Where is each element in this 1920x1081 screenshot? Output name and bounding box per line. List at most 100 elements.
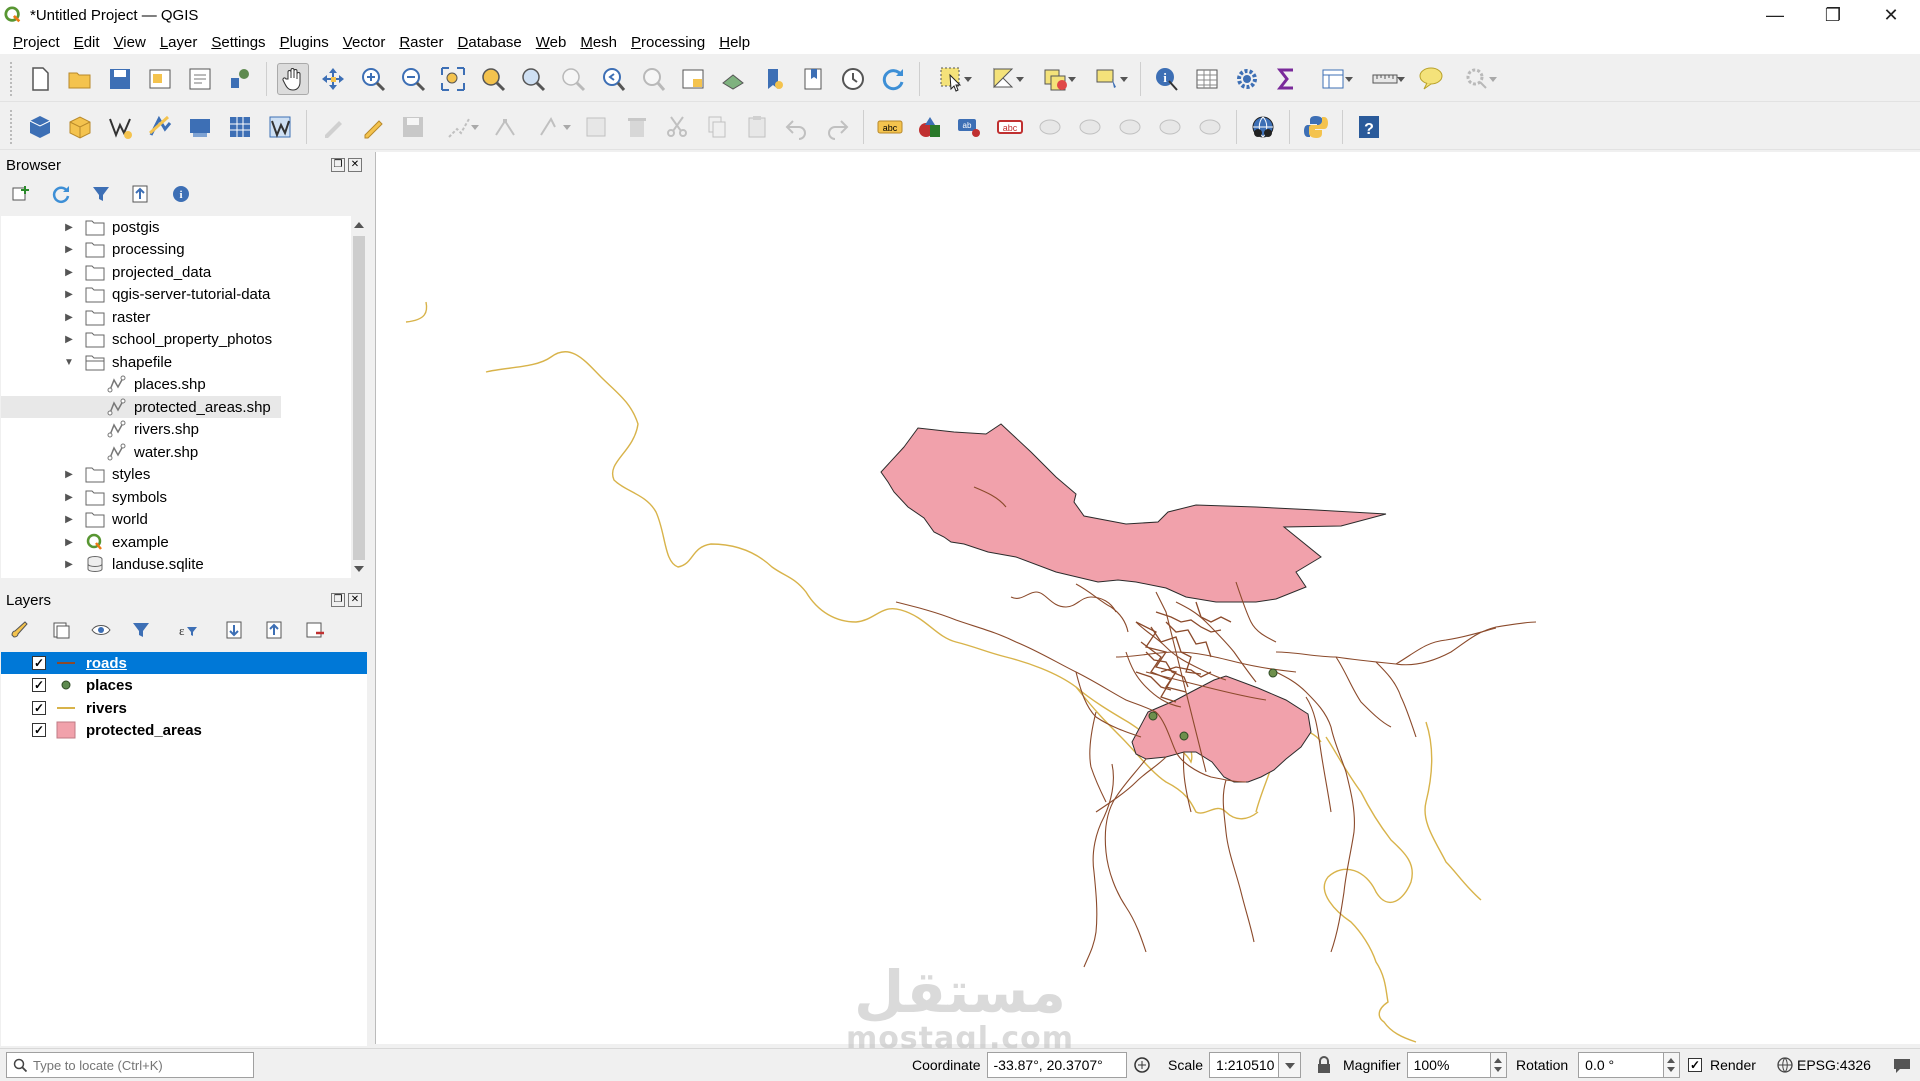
python-console-button[interactable] — [1300, 111, 1332, 143]
menu-project[interactable]: Project — [13, 34, 60, 51]
new-virtual-layer-button[interactable] — [184, 111, 216, 143]
remove-layer-button[interactable] — [302, 617, 328, 643]
menu-settings[interactable]: Settings — [211, 34, 265, 51]
add-group-button[interactable] — [48, 617, 74, 643]
manage-map-themes-button[interactable] — [88, 617, 114, 643]
select-by-location-button[interactable] — [1086, 63, 1130, 95]
save-edits-button[interactable] — [397, 111, 429, 143]
browser-item-protected-areas-shp[interactable]: protected_areas.shp — [1, 396, 281, 418]
modify-table-button[interactable] — [581, 111, 613, 143]
close-panel-button[interactable]: ✕ — [348, 158, 362, 172]
zoom-to-layer-button[interactable] — [517, 63, 549, 95]
toolbar-grip[interactable] — [10, 61, 14, 96]
browser-item-processing[interactable]: ▶ processing — [63, 238, 185, 260]
zoom-in-button[interactable] — [357, 63, 389, 95]
browser-item-rivers-shp[interactable]: rivers.shp — [97, 418, 199, 440]
collapse-all-layers-button[interactable] — [262, 617, 288, 643]
scroll-thumb[interactable] — [353, 236, 365, 560]
menu-web[interactable]: Web — [536, 34, 567, 51]
expand-arrow-icon[interactable]: ▶ — [63, 289, 75, 300]
layer-visibility-checkbox[interactable]: ✓ — [32, 656, 46, 670]
close-button[interactable]: ✕ — [1862, 0, 1920, 30]
browser-item-symbols[interactable]: ▶ symbols — [63, 486, 167, 508]
zoom-to-selection-button[interactable] — [477, 63, 509, 95]
delete-selected-button[interactable] — [621, 111, 653, 143]
map-tips-button[interactable] — [1415, 63, 1447, 95]
layer-item-places[interactable]: ✓ places — [1, 674, 367, 696]
browser-properties-button[interactable]: i — [168, 181, 194, 207]
crs-button[interactable]: EPSG:4326 — [1776, 1049, 1871, 1081]
attribute-table-button[interactable] — [1191, 63, 1223, 95]
copy-features-button[interactable] — [701, 111, 733, 143]
expand-arrow-icon[interactable]: ▶ — [63, 334, 75, 345]
measure-line-button[interactable] — [1363, 63, 1407, 95]
browser-item-school-property-photos[interactable]: ▶ school_property_photos — [63, 328, 272, 350]
toggle-display-labels-button[interactable]: abc — [994, 111, 1026, 143]
menu-mesh[interactable]: Mesh — [580, 34, 617, 51]
show-hide-labels-button[interactable] — [1154, 111, 1186, 143]
vertex-tool-button[interactable] — [489, 111, 521, 143]
scale-combo[interactable]: 1:210510 — [1209, 1052, 1280, 1078]
browser-item-qgis-server-tutorial-data[interactable]: ▶ qgis-server-tutorial-data — [63, 283, 270, 305]
browser-item-projected-data[interactable]: ▶ projected_data — [63, 261, 211, 283]
processing-toolbox-button[interactable] — [1231, 63, 1263, 95]
identify-features-button[interactable]: i — [1151, 63, 1183, 95]
browser-item-shapefile[interactable]: ▼ shapefile — [63, 351, 172, 373]
expand-arrow-icon[interactable]: ▶ — [63, 267, 75, 278]
expand-arrow-icon[interactable]: ▶ — [63, 559, 75, 570]
zoom-native-resolution-button[interactable] — [557, 63, 589, 95]
pan-to-selection-button[interactable] — [317, 63, 349, 95]
select-by-value-button[interactable] — [982, 63, 1026, 95]
open-layer-styling-button[interactable] — [8, 617, 34, 643]
digitize-line-button[interactable] — [437, 111, 481, 143]
show-bookmarks-button[interactable] — [797, 63, 829, 95]
add-mesh-button[interactable] — [264, 111, 296, 143]
filter-by-expression-button[interactable]: ε — [168, 617, 208, 643]
deselect-features-button[interactable] — [1034, 63, 1078, 95]
magnifier-field[interactable]: 100% — [1406, 1052, 1491, 1078]
open-project-button[interactable] — [64, 63, 96, 95]
expand-arrow-icon[interactable]: ▶ — [63, 537, 75, 548]
add-selected-layers-button[interactable] — [8, 181, 34, 207]
maximize-button[interactable]: ❐ — [1804, 0, 1862, 30]
refresh-browser-button[interactable] — [48, 181, 74, 207]
menu-vector[interactable]: Vector — [343, 34, 386, 51]
save-project-button[interactable] — [104, 63, 136, 95]
map-canvas[interactable] — [375, 152, 1920, 1044]
toggle-extents-button[interactable] — [1132, 1049, 1152, 1081]
menu-edit[interactable]: Edit — [74, 34, 100, 51]
locate-annotation-button[interactable] — [1455, 63, 1499, 95]
undo-button[interactable] — [781, 111, 813, 143]
magnifier-spinner[interactable] — [1490, 1052, 1507, 1078]
pan-map-button[interactable] — [277, 62, 309, 95]
style-manager-button[interactable] — [224, 63, 256, 95]
expand-arrow-icon[interactable]: ▶ — [63, 492, 75, 503]
temporal-controller-button[interactable] — [837, 63, 869, 95]
new-spatialite-button[interactable] — [144, 111, 176, 143]
browser-scrollbar[interactable] — [351, 216, 367, 578]
messages-button[interactable] — [1892, 1049, 1912, 1081]
cut-features-button[interactable] — [661, 111, 693, 143]
rotation-field[interactable]: 0.0 ° — [1578, 1052, 1665, 1078]
layer-visibility-checkbox[interactable]: ✓ — [32, 723, 46, 737]
float-panel-button[interactable]: ❐ — [331, 593, 345, 607]
new-geopackage-button[interactable] — [64, 111, 96, 143]
zoom-out-button[interactable] — [397, 63, 429, 95]
new-shapefile-button[interactable] — [104, 111, 136, 143]
menu-database[interactable]: Database — [458, 34, 522, 51]
layer-visibility-checkbox[interactable]: ✓ — [32, 678, 46, 692]
move-label-button[interactable] — [1034, 111, 1066, 143]
browser-item-styles[interactable]: ▶ styles — [63, 463, 150, 485]
toolbar-grip[interactable] — [10, 109, 14, 144]
lock-scale-button[interactable] — [1316, 1049, 1332, 1081]
statistical-summary-button[interactable] — [1271, 63, 1303, 95]
metasearch-button[interactable] — [1247, 111, 1279, 143]
new-project-button[interactable] — [24, 63, 56, 95]
float-panel-button[interactable]: ❐ — [331, 158, 345, 172]
scroll-up-icon[interactable] — [354, 222, 364, 228]
collapse-arrow-icon[interactable]: ▼ — [63, 357, 75, 368]
new-bookmark-button[interactable] — [757, 63, 789, 95]
expand-arrow-icon[interactable]: ▶ — [63, 469, 75, 480]
expand-arrow-icon[interactable]: ▶ — [63, 312, 75, 323]
new-map-view-button[interactable] — [677, 63, 709, 95]
